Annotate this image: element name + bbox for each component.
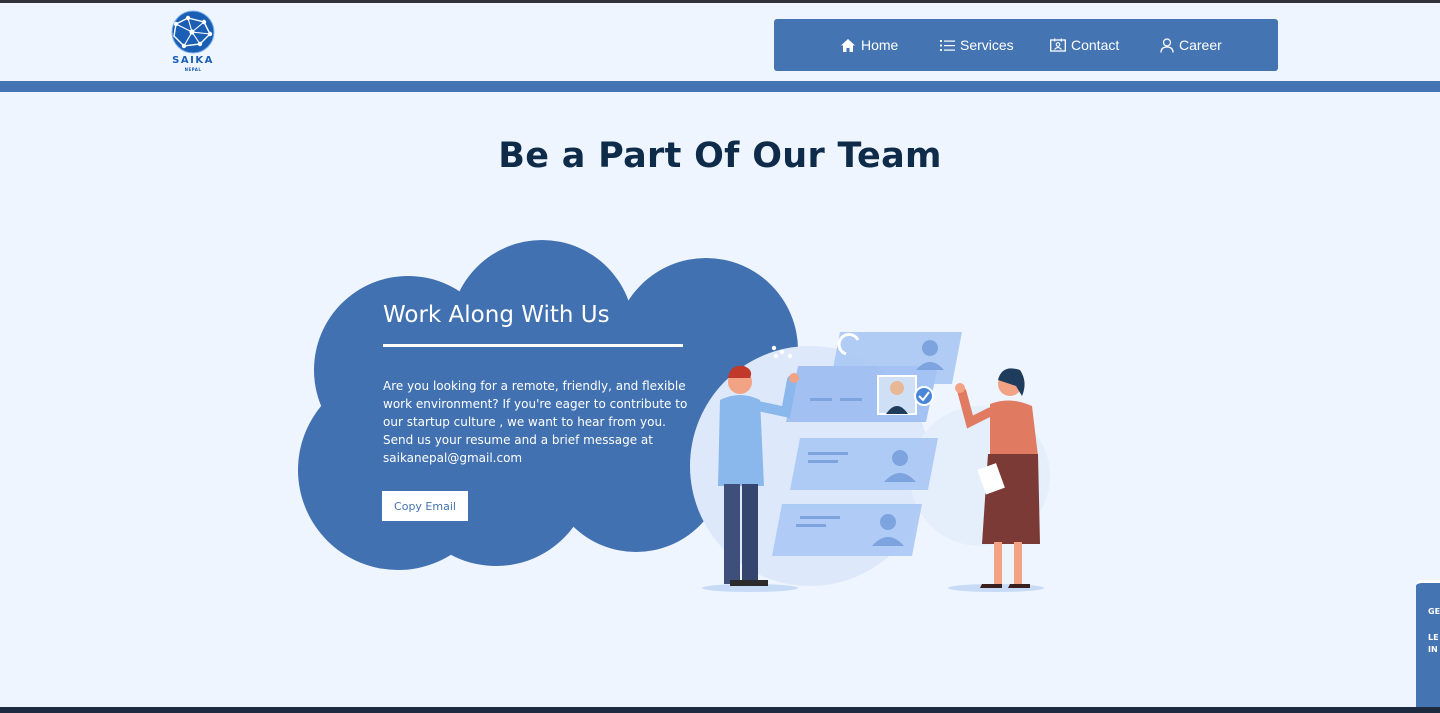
nav-home-label: Home <box>861 37 899 53</box>
nav-career[interactable]: Career <box>1160 19 1222 71</box>
card-title: Work Along With Us <box>383 302 610 328</box>
nav-contact[interactable]: Contact <box>1050 19 1119 71</box>
site-header: SAIKA NEPAL Home Services Contact Career <box>0 3 1440 81</box>
user-icon <box>1160 37 1174 53</box>
card-divider <box>383 344 683 347</box>
side-chat-widget[interactable]: GE LE IN <box>1416 580 1440 713</box>
side-widget-line3: IN <box>1428 645 1438 654</box>
home-icon <box>841 38 855 52</box>
side-widget-line2: LE <box>1428 633 1439 642</box>
brand-sub: NEPAL <box>184 67 202 72</box>
side-widget-line1: GE <box>1428 607 1440 616</box>
footer-edge <box>0 707 1440 713</box>
card-body: Are you looking for a remote, friendly, … <box>383 379 688 465</box>
nav-contact-label: Contact <box>1071 37 1120 53</box>
nav-home[interactable]: Home <box>840 19 898 71</box>
page-title: Be a Part Of Our Team <box>498 136 942 176</box>
nav-services-label: Services <box>960 37 1014 53</box>
team-illustration <box>690 332 1050 592</box>
nav-services[interactable]: Services <box>940 19 1014 71</box>
main-nav: Home Services Contact Career <box>774 19 1278 71</box>
brand-logo[interactable]: SAIKA NEPAL <box>166 10 220 76</box>
header-divider <box>0 81 1440 92</box>
globe-logo-icon <box>171 10 215 54</box>
nav-career-label: Career <box>1179 37 1222 53</box>
copy-email-button[interactable]: Copy Email <box>382 491 468 521</box>
list-icon <box>940 39 955 51</box>
brand-name: SAIKA <box>172 55 214 66</box>
contact-card-icon <box>1050 38 1066 52</box>
